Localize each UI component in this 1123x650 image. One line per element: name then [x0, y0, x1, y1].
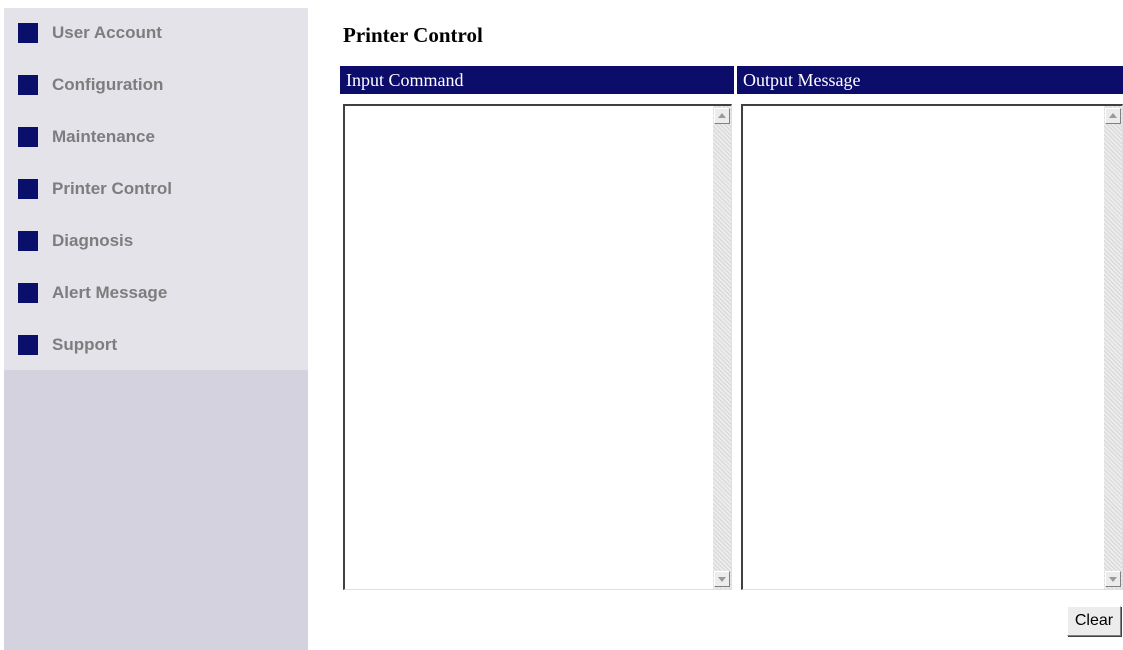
square-bullet-icon	[18, 179, 38, 199]
square-bullet-icon	[18, 335, 38, 355]
square-bullet-icon	[18, 231, 38, 251]
page-title: Printer Control	[343, 23, 483, 47]
square-bullet-icon	[18, 23, 38, 43]
sidebar-item-label: Alert Message	[52, 283, 168, 302]
output-message-header: Output Message	[737, 66, 1123, 94]
sidebar-item-label: Support	[52, 335, 118, 354]
sidebar-item-configuration[interactable]: Configuration	[4, 60, 308, 112]
arrow-up-icon	[1109, 113, 1117, 118]
arrow-down-icon	[718, 577, 726, 582]
output-message-textarea[interactable]	[743, 106, 1104, 589]
sidebar-item-printer-control[interactable]: Printer Control	[4, 164, 308, 216]
input-command-box	[343, 104, 732, 590]
square-bullet-icon	[18, 75, 38, 95]
square-bullet-icon	[18, 283, 38, 303]
scroll-up-button[interactable]	[714, 108, 730, 124]
sidebar-item-diagnosis[interactable]: Diagnosis	[4, 216, 308, 268]
scroll-down-button[interactable]	[1105, 571, 1121, 587]
sidebar-item-label: Maintenance	[52, 127, 155, 146]
scroll-up-button[interactable]	[1105, 108, 1121, 124]
sidebar-item-user-account[interactable]: User Account	[4, 8, 308, 60]
sidebar-item-label: Configuration	[52, 75, 164, 94]
sidebar-item-label: Diagnosis	[52, 231, 134, 250]
output-message-box	[741, 104, 1123, 590]
arrow-down-icon	[1109, 577, 1117, 582]
input-command-header: Input Command	[340, 66, 734, 94]
sidebar-menu: User Account Configuration Maintenance P…	[4, 8, 308, 370]
sidebar-item-support[interactable]: Support	[4, 320, 308, 372]
clear-button[interactable]: Clear	[1067, 606, 1121, 636]
printer-control-page: User Account Configuration Maintenance P…	[0, 0, 1123, 650]
sidebar-item-alert-message[interactable]: Alert Message	[4, 268, 308, 320]
square-bullet-icon	[18, 127, 38, 147]
output-scrollbar[interactable]	[1104, 106, 1122, 589]
scroll-down-button[interactable]	[714, 571, 730, 587]
sidebar-item-maintenance[interactable]: Maintenance	[4, 112, 308, 164]
sidebar-item-label: Printer Control	[52, 179, 172, 198]
sidebar: User Account Configuration Maintenance P…	[4, 8, 308, 650]
sidebar-item-label: User Account	[52, 23, 162, 42]
input-scrollbar[interactable]	[713, 106, 731, 589]
arrow-up-icon	[718, 113, 726, 118]
input-command-textarea[interactable]	[345, 106, 713, 589]
